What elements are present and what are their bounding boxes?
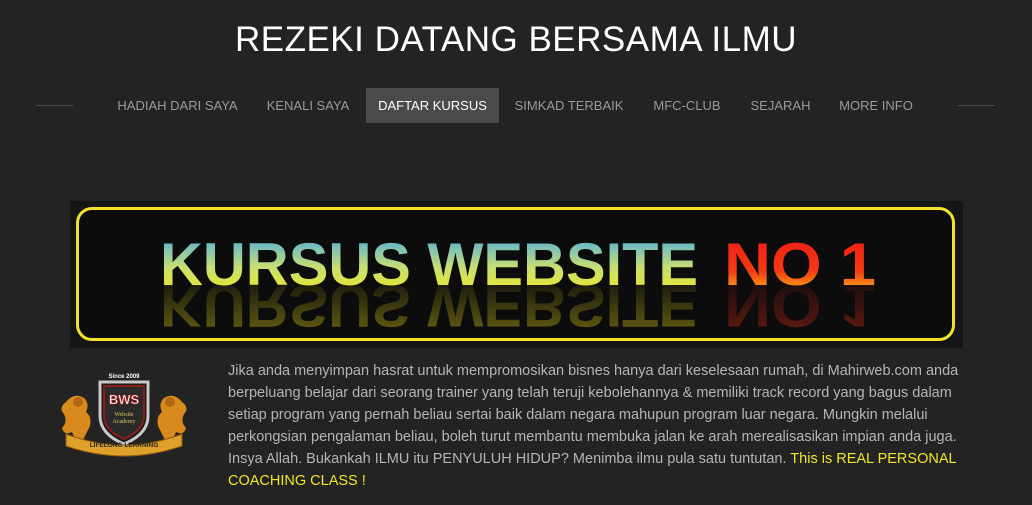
nav-item-hadiah-dari-saya[interactable]: HADIAH DARI SAYA xyxy=(104,88,251,123)
nav-divider-right xyxy=(958,105,995,106)
logo-initials: BWS xyxy=(109,392,140,407)
logo-line2: Academy xyxy=(113,419,136,425)
nav-item-simkad-terbaik[interactable]: SIMKAD TERBAIK xyxy=(502,88,636,123)
banner-graphic: KURSUS WEBSITE NO 1 KURSUS WEBSITE NO 1 xyxy=(160,231,876,339)
site-title: REZEKI DATANG BERSAMA ILMU xyxy=(234,20,798,59)
main-nav: HADIAH DARI SAYA KENALI SAYA DAFTAR KURS… xyxy=(0,88,1032,123)
nav-item-daftar-kursus[interactable]: DAFTAR KURSUS xyxy=(366,88,499,123)
nav-item-more-info[interactable]: MORE INFO xyxy=(826,88,926,123)
bws-academy-logo: Since 2009 BWS Website Academy LIFELONG … xyxy=(61,374,187,457)
nav-item-mfc-club[interactable]: MFC-CLUB xyxy=(639,88,735,123)
banner-reflection-accent: NO 1 xyxy=(724,272,876,339)
banner-reflection-main: KURSUS WEBSITE xyxy=(160,272,698,339)
nav-item-sejarah[interactable]: SEJARAH xyxy=(738,88,823,123)
logo-since: Since 2009 xyxy=(108,374,140,380)
intro-paragraph: Jika anda menyimpan hasrat untuk memprom… xyxy=(228,360,978,492)
logo-ribbon: LIFELONG LEARNING xyxy=(90,442,159,449)
logo-line1: Website xyxy=(114,412,134,418)
nav-item-kenali-saya[interactable]: KENALI SAYA xyxy=(253,88,363,123)
nav-divider-left xyxy=(36,105,73,106)
